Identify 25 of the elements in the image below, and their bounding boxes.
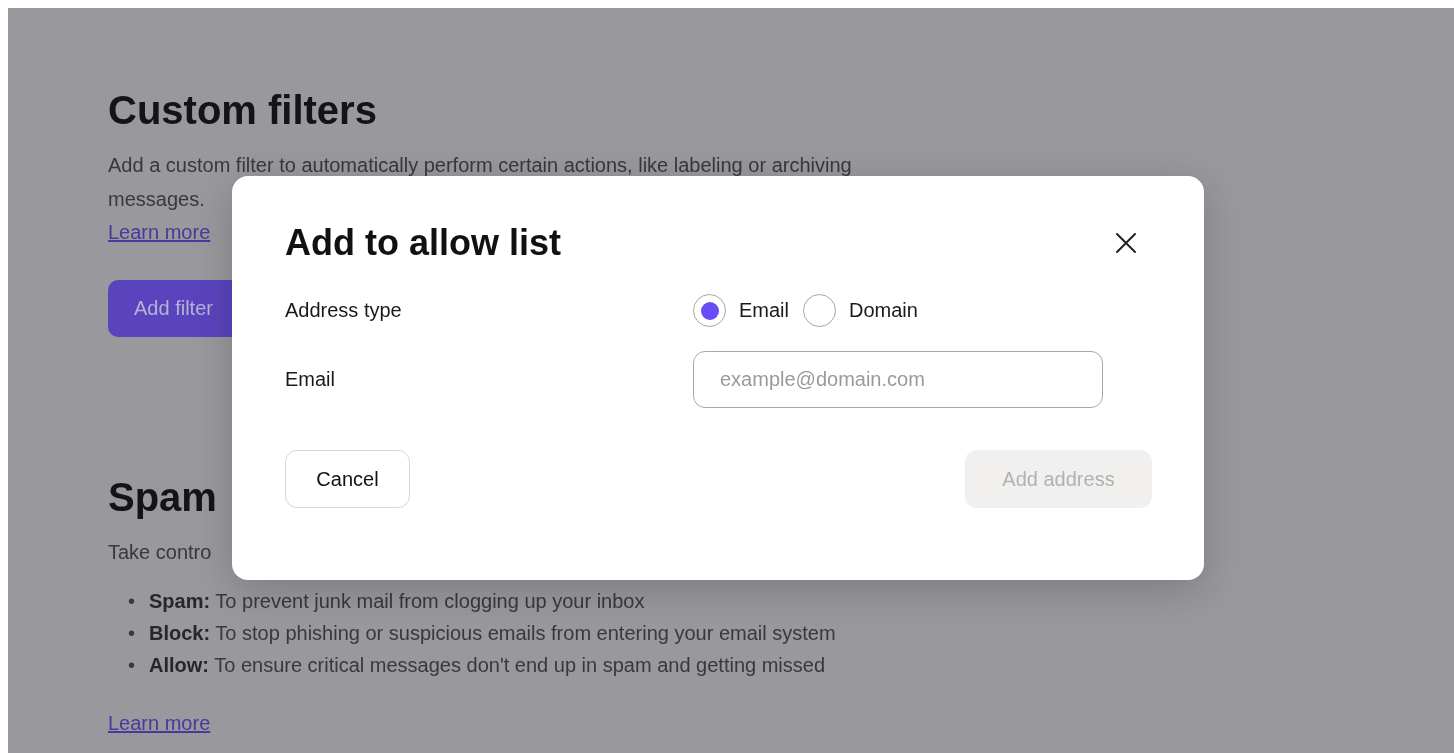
dialog-title: Add to allow list <box>285 222 561 264</box>
radio-button[interactable] <box>803 294 836 327</box>
section-description: Add a custom filter to automatically perform certain actions, like labeling or archiving messages. <box>108 153 853 212</box>
field-label: Address type <box>285 299 403 322</box>
radio-option[interactable]: Domain <box>803 294 918 327</box>
learn-more-link[interactable]: Learn more <box>108 707 211 739</box>
bullet-marker: • <box>128 654 135 676</box>
field-label: Email <box>285 368 336 391</box>
learn-more-link[interactable]: Learn more <box>108 216 211 248</box>
email-input[interactable]: example@domain.com <box>693 351 1103 408</box>
bullet-item: Allow: To ensure critical messages don't end up in spam and getting missed <box>149 654 826 676</box>
radio-button[interactable] <box>693 294 726 327</box>
bullet-marker: • <box>128 622 135 644</box>
radio-label: Domain <box>849 299 918 322</box>
bullet-marker: • <box>128 590 135 612</box>
bullet-item: Spam: To prevent junk mail from clogging up your inbox <box>149 590 645 612</box>
add-filter-button[interactable]: Add filter <box>108 280 232 337</box>
radio-option[interactable]: Email <box>693 294 789 327</box>
section-heading: Custom filters <box>108 87 377 134</box>
section-description: Take contro <box>108 540 212 565</box>
radio-label: Email <box>739 299 789 322</box>
cancel-button[interactable]: Cancel <box>285 450 410 508</box>
bullet-item: Block: To stop phishing or suspicious emails from entering your email system <box>149 622 836 644</box>
close-icon <box>1115 232 1137 254</box>
section-heading: Spam <box>108 474 217 521</box>
